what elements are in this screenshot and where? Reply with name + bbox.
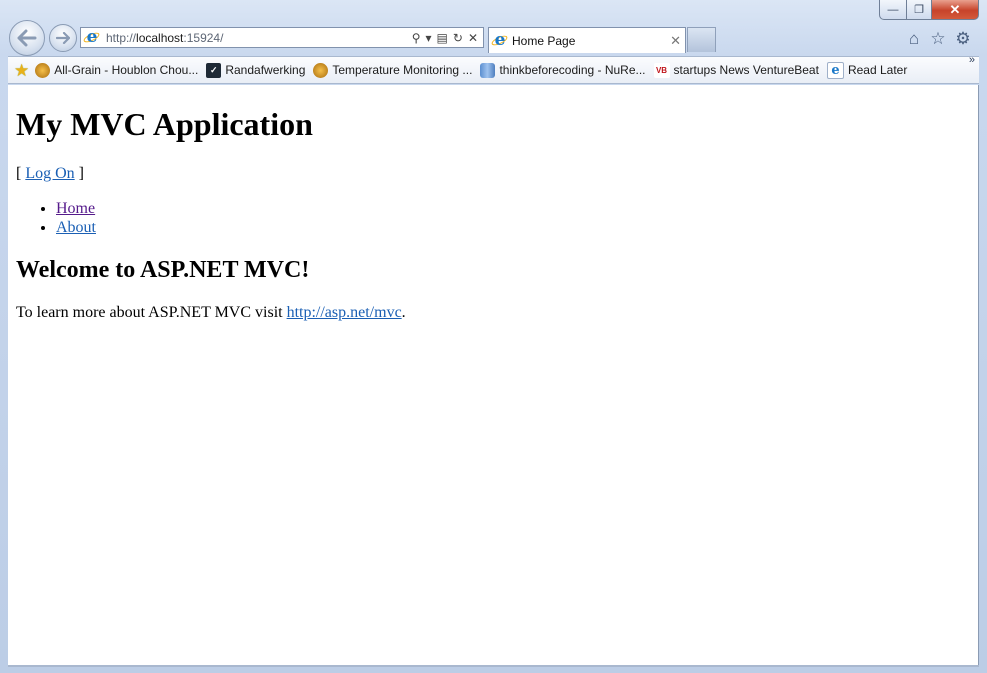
favorite-item[interactable]: All-Grain - Houblon Chou... xyxy=(35,62,199,78)
window-bottom-border xyxy=(8,665,979,667)
more-favorites-chevron-icon[interactable]: » xyxy=(969,54,975,66)
maximize-button[interactable]: ❐ xyxy=(907,0,932,20)
page-title: My MVC Application xyxy=(16,106,313,142)
favorite-item[interactable]: thinkbeforecoding - NuRe... xyxy=(480,62,646,78)
log-on-link[interactable]: Log On xyxy=(25,165,74,182)
tab-close-icon[interactable]: ✕ xyxy=(670,33,681,49)
back-button[interactable] xyxy=(9,20,45,56)
window-controls: — ❐ ✕ xyxy=(879,0,979,20)
can-icon xyxy=(480,62,496,78)
favorite-label: startups News VentureBeat xyxy=(673,63,819,77)
tab-home-page[interactable]: e Home Page ✕ xyxy=(488,27,686,53)
address-bar[interactable]: e http://localhost:15924/ ⚲ ▾ ▤ ↻ ✕ xyxy=(80,27,484,48)
asp-net-mvc-link[interactable]: http://asp.net/mvc xyxy=(287,304,402,321)
favorite-label: thinkbeforecoding - NuRe... xyxy=(499,63,646,77)
forward-button[interactable] xyxy=(49,24,77,52)
url-rest: :15924/ xyxy=(183,30,224,45)
arrow-left-icon xyxy=(17,29,37,47)
about-link[interactable]: About xyxy=(56,219,96,236)
ie-icon: e xyxy=(490,30,509,50)
beer-icon xyxy=(313,62,329,78)
url-prefix: http:// xyxy=(106,30,137,45)
gear-icon[interactable]: ⚙ xyxy=(953,29,973,49)
logon-display: [ Log On ] xyxy=(16,165,84,183)
arrow-right-icon xyxy=(56,32,70,44)
minimize-button[interactable]: — xyxy=(879,0,907,20)
vb-icon: VB xyxy=(653,62,670,78)
favorite-item[interactable]: ✓ Randafwerking xyxy=(206,62,306,78)
check-icon: ✓ xyxy=(206,62,222,78)
page-content: My MVC Application [ Log On ] Home About… xyxy=(8,85,979,665)
favorite-label: Temperature Monitoring ... xyxy=(332,63,473,77)
favorite-item[interactable]: Temperature Monitoring ... xyxy=(313,62,473,78)
url-host: localhost xyxy=(136,30,184,45)
menu-item-about: About xyxy=(56,218,96,237)
tab-title: Home Page xyxy=(512,33,576,48)
close-window-button[interactable]: ✕ xyxy=(932,0,979,20)
browser-window: — ❐ ✕ e http://localhost:15924/ ⚲ ▾ ▤ ↻ … xyxy=(0,0,987,673)
main-menu: Home About xyxy=(34,199,96,237)
favorite-label: All-Grain - Houblon Chou... xyxy=(54,63,199,77)
welcome-heading: Welcome to ASP.NET MVC! xyxy=(16,257,310,283)
favorite-label: Read Later xyxy=(847,63,908,77)
learn-more-paragraph: To learn more about ASP.NET MVC visit ht… xyxy=(16,304,406,322)
learn-more-text: To learn more about ASP.NET MVC visit xyxy=(16,304,287,321)
beer-icon xyxy=(35,62,51,78)
address-url[interactable]: http://localhost:15924/ xyxy=(106,31,412,45)
refresh-icon[interactable]: ↻ xyxy=(453,32,463,44)
home-icon[interactable]: ⌂ xyxy=(904,29,924,49)
favorite-item[interactable]: VB startups News VentureBeat xyxy=(653,62,819,78)
ie-icon: e xyxy=(82,27,101,47)
restore-icon: ❐ xyxy=(914,4,924,16)
menu-item-home: Home xyxy=(56,199,96,218)
favorite-label: Randafwerking xyxy=(225,63,306,77)
add-favorite-star-icon[interactable]: ★ xyxy=(14,62,29,79)
learn-more-end: . xyxy=(401,304,406,321)
compatibility-view-icon[interactable]: ▤ xyxy=(437,32,448,44)
home-link[interactable]: Home xyxy=(56,200,95,217)
logon-bracket-close: ] xyxy=(74,165,84,182)
close-icon: ✕ xyxy=(949,1,961,17)
favorite-item[interactable]: e Read Later xyxy=(826,61,908,79)
search-icon[interactable]: ⚲ xyxy=(412,32,421,44)
new-tab-button[interactable] xyxy=(687,27,716,52)
minimize-icon: — xyxy=(887,3,899,16)
logon-bracket-open: [ xyxy=(16,165,26,182)
favorites-bar: ★ All-Grain - Houblon Chou... ✓ Randafwe… xyxy=(8,54,979,84)
favorites-star-icon[interactable]: ☆ xyxy=(928,29,948,49)
dropdown-arrow-icon[interactable]: ▾ xyxy=(426,32,432,44)
ie-icon: e xyxy=(826,61,844,79)
stop-icon[interactable]: ✕ xyxy=(468,32,478,44)
